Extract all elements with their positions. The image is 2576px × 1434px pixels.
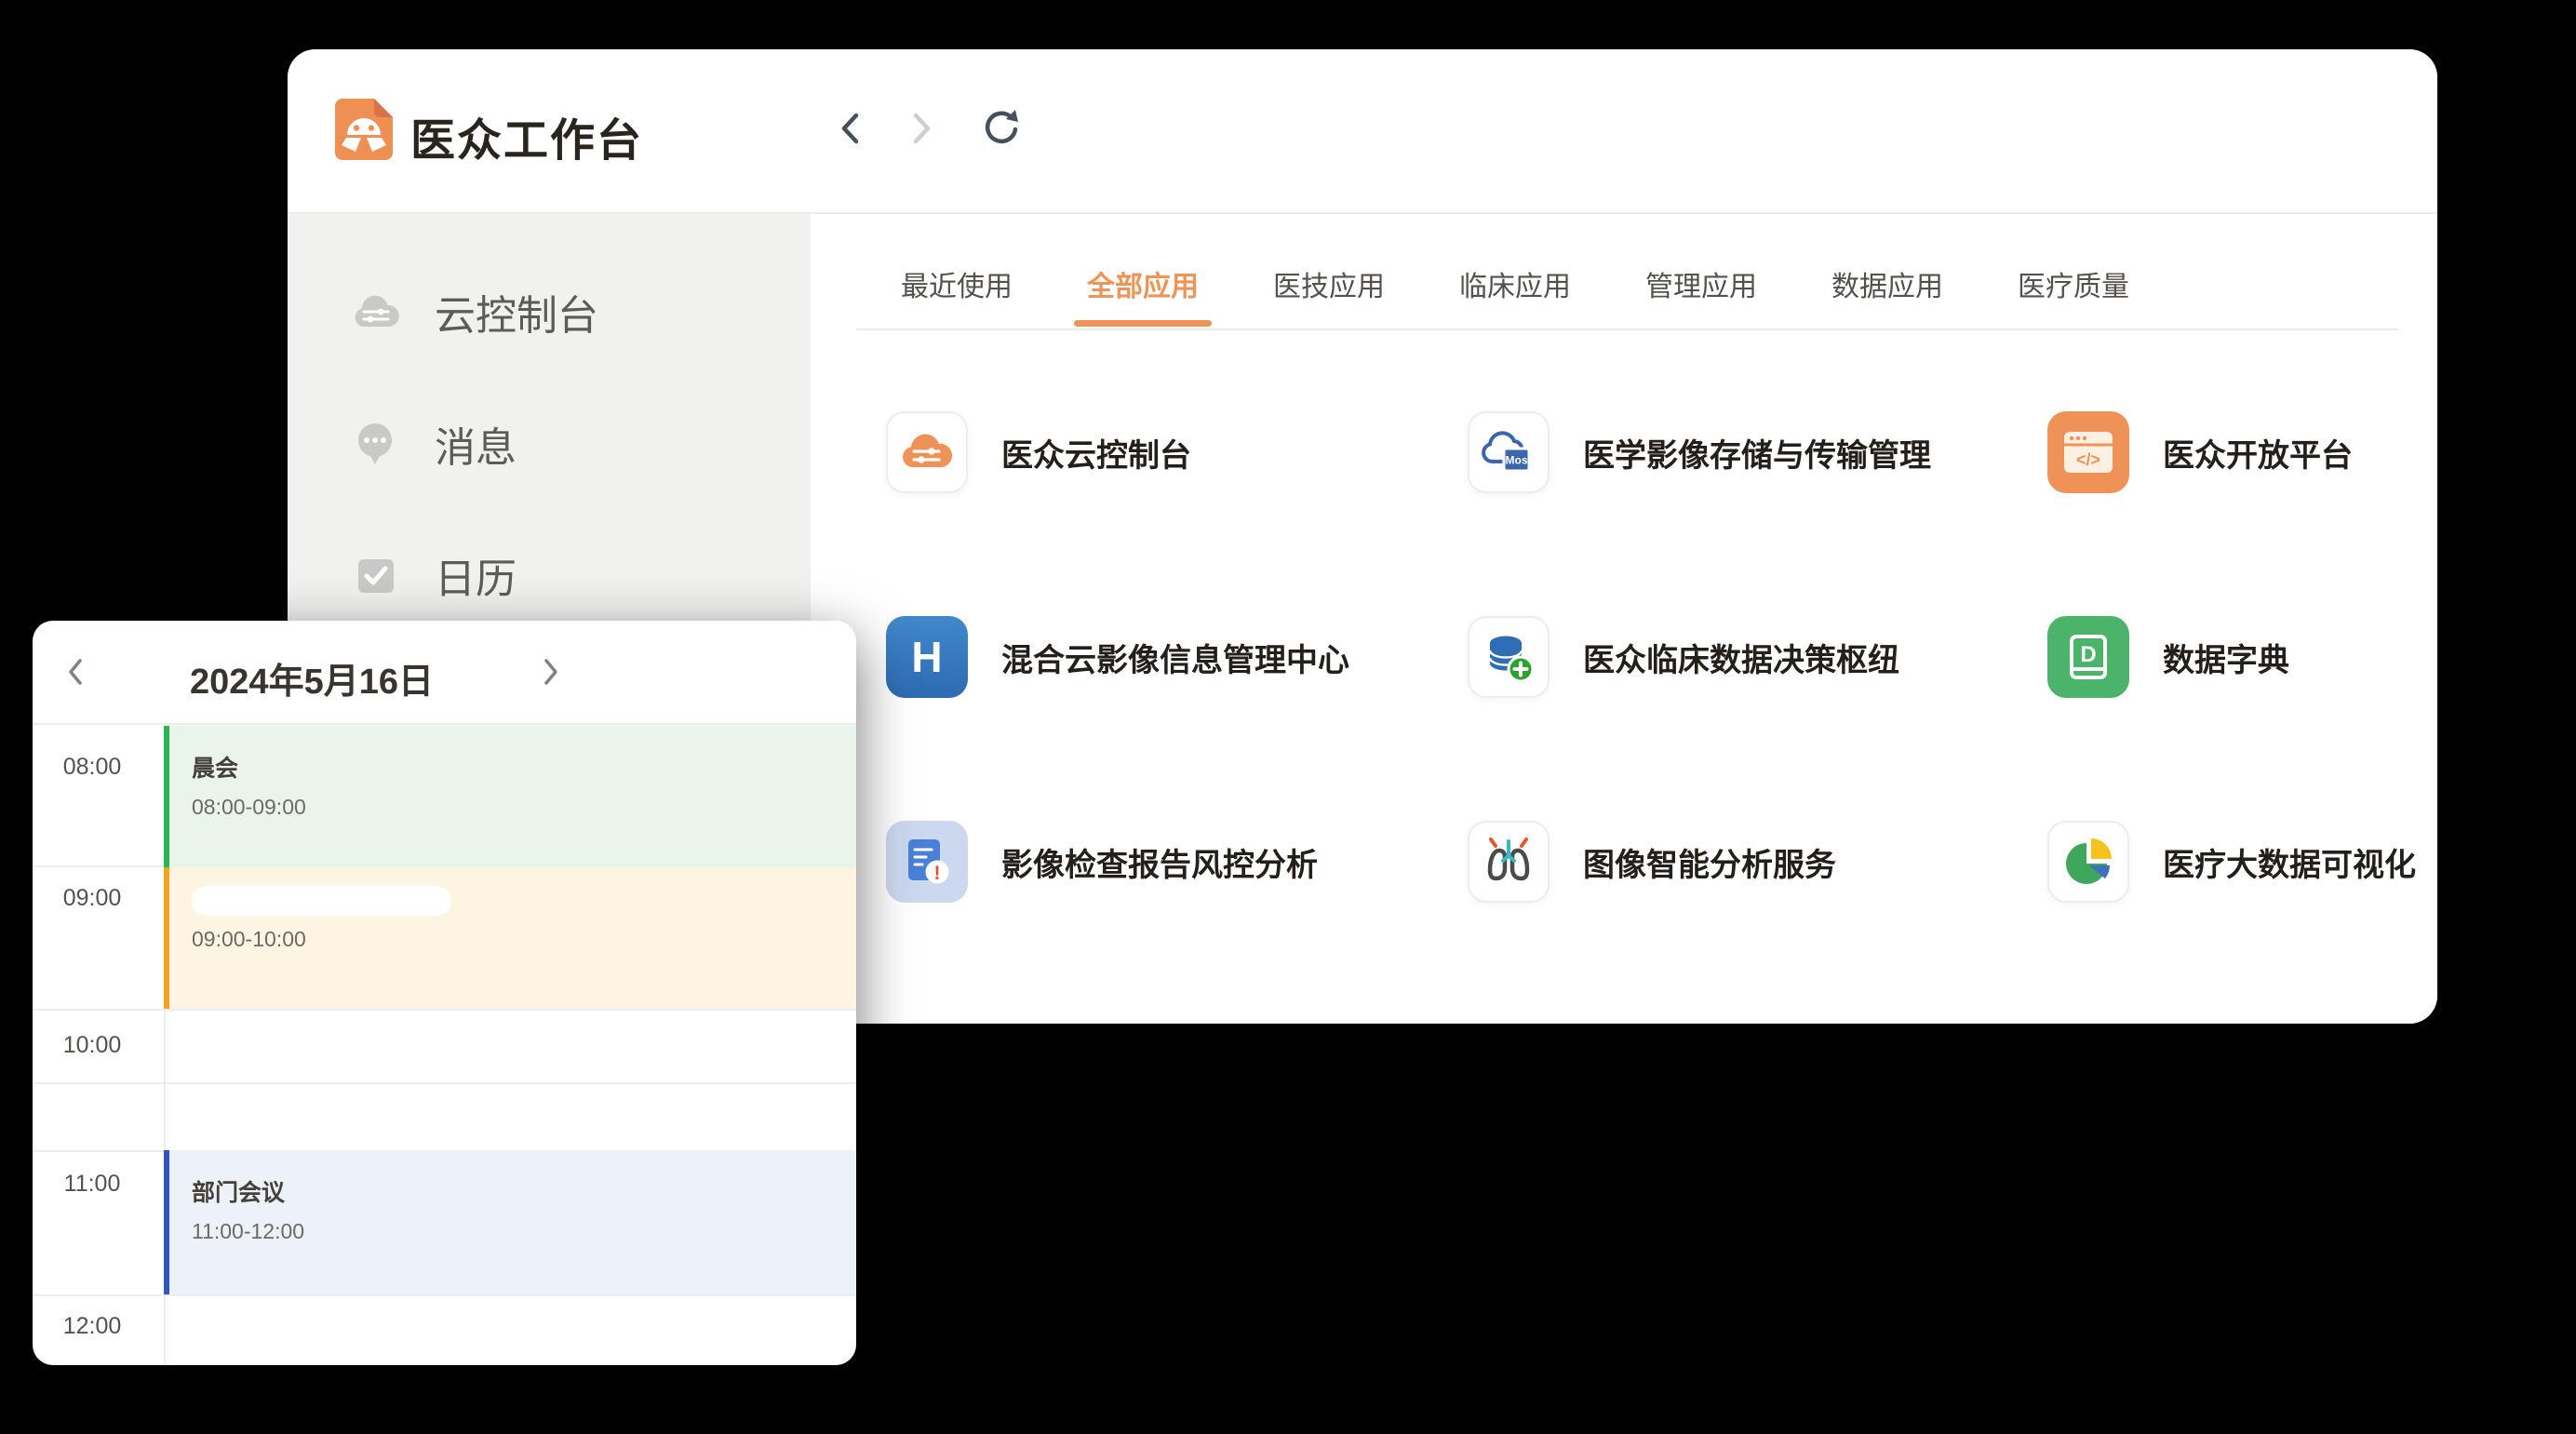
chevron-right-icon: [542, 656, 560, 688]
calendar-header: 2024年5月16日: [33, 621, 856, 725]
refresh-icon: [981, 107, 1024, 150]
report-alert-icon: !: [886, 821, 968, 903]
pie-chart-icon: [2047, 821, 2129, 903]
app-label: 医疗大数据可视化: [2163, 839, 2416, 885]
calendar-event-morning-meeting[interactable]: 晨会 08:00-09:00: [164, 726, 856, 867]
hour-gridline: [33, 1294, 856, 1296]
desktop-background: 医众工作台: [0, 0, 2576, 1434]
calendar-event-department-meeting[interactable]: 部门会议 11:00-12:00: [164, 1150, 856, 1294]
tab-management-apps[interactable]: 管理应用: [1645, 263, 1757, 304]
tab-bar: 最近使用 全部应用 医技应用 临床应用 管理应用 数据应用 医疗质量: [856, 214, 2398, 330]
code-glyph: </>: [2076, 450, 2100, 469]
sidebar-item-label: 日历: [435, 545, 517, 605]
message-icon: [352, 420, 400, 468]
nav-refresh-button[interactable]: [976, 102, 1028, 154]
sidebar-item-label: 云控制台: [435, 282, 598, 342]
app-open-platform[interactable]: </> 医众开放平台: [2047, 411, 2437, 493]
orange-cloud-sliders-icon: [886, 411, 968, 493]
app-label: 混合云影像信息管理中心: [1001, 635, 1349, 680]
app-label: 影像检查报告风控分析: [1001, 839, 1318, 885]
app-grid: 医众云控制台 Mos 医学影像存储与传输管理: [886, 411, 2437, 903]
app-clinical-data-hub[interactable]: 医众临床数据决策枢纽: [1468, 616, 2047, 698]
hour-label: 09:00: [33, 885, 152, 912]
app-image-ai-analysis[interactable]: 图像智能分析服务: [1468, 821, 2047, 903]
app-report-risk-analysis[interactable]: ! 影像检查报告风控分析: [886, 821, 1468, 903]
calendar-day-view: 2024年5月16日 晨会 08:00-09:00 09:00-10:: [33, 621, 856, 1365]
app-big-data-visualization[interactable]: 医疗大数据可视化: [2047, 821, 2437, 903]
hour-label: 12:00: [33, 1313, 152, 1340]
calendar-icon: [352, 551, 400, 599]
page-title: 医众工作台: [410, 103, 643, 168]
app-label: 医众开放平台: [2163, 430, 2353, 476]
chevron-right-icon: [910, 110, 934, 147]
nav-forward-button[interactable]: [896, 102, 948, 154]
half-hour-gridline: [33, 1082, 856, 1084]
cloud-settings-icon: [352, 288, 400, 336]
event-title: 部门会议: [192, 1174, 856, 1208]
hour-label: 11:00: [33, 1171, 152, 1198]
tile-letter: D: [2080, 642, 2096, 667]
app-label: 数据字典: [2163, 635, 2289, 680]
app-image-storage-transfer[interactable]: Mos 医学影像存储与传输管理: [1468, 411, 2047, 493]
calendar-body: 晨会 08:00-09:00 09:00-10:00 部门会议 11:00-12…: [33, 723, 856, 1365]
chevron-left-icon: [66, 656, 85, 688]
database-plus-icon: [1468, 616, 1550, 698]
code-window-icon: </>: [2047, 411, 2129, 493]
letter-h-tile-icon: H: [886, 616, 968, 698]
tab-recently-used[interactable]: 最近使用: [901, 263, 1013, 304]
tab-medical-quality[interactable]: 医疗质量: [2018, 263, 2129, 304]
sidebar-item-label: 消息: [435, 414, 517, 474]
calendar-prev-day-button[interactable]: [57, 653, 94, 690]
event-time: 08:00-09:00: [192, 795, 856, 820]
app-label: 医众临床数据决策枢纽: [1583, 635, 1899, 680]
event-title-redacted-pill: [192, 886, 451, 916]
tab-data-apps[interactable]: 数据应用: [1831, 263, 1943, 304]
blue-cloud-icon: Mos: [1468, 411, 1550, 493]
app-data-dictionary[interactable]: D 数据字典: [2047, 616, 2437, 698]
sidebar-item-cloud-console[interactable]: 云控制台: [352, 284, 598, 340]
tile-letter: H: [911, 632, 942, 682]
hour-label: 08:00: [33, 754, 152, 781]
calendar-date-title: 2024年5月16日: [116, 652, 507, 704]
nav-back-button[interactable]: [824, 102, 876, 154]
mos-badge: Mos: [1506, 454, 1528, 467]
tab-clinical-apps[interactable]: 临床应用: [1459, 263, 1571, 304]
app-cloud-console[interactable]: 医众云控制台: [886, 411, 1468, 493]
tab-all-apps[interactable]: 全部应用: [1087, 263, 1199, 304]
window-header: 医众工作台: [288, 49, 2437, 214]
event-time: 11:00-12:00: [192, 1219, 856, 1244]
app-label: 医学影像存储与传输管理: [1583, 430, 1931, 476]
app-label: 图像智能分析服务: [1583, 839, 1836, 885]
calendar-next-day-button[interactable]: [532, 653, 570, 690]
event-title: 晨会: [192, 750, 856, 784]
app-hybrid-cloud-imaging-center[interactable]: H 混合云影像信息管理中心: [886, 616, 1468, 698]
sidebar-item-messages[interactable]: 消息: [352, 416, 517, 472]
lungs-icon: [1468, 821, 1550, 903]
hour-label: 10:00: [33, 1032, 152, 1059]
alert-mark: !: [934, 863, 941, 884]
hour-gridline: [33, 1009, 856, 1011]
app-label: 医众云控制台: [1001, 430, 1191, 476]
dictionary-book-icon: D: [2047, 616, 2129, 698]
calendar-event-redacted[interactable]: 09:00-10:00: [164, 867, 856, 1009]
tab-medtech-apps[interactable]: 医技应用: [1273, 263, 1385, 304]
sidebar-item-calendar[interactable]: 日历: [352, 547, 517, 603]
event-time: 09:00-10:00: [192, 927, 856, 952]
app-logo-icon: [333, 97, 395, 162]
chevron-left-icon: [838, 110, 862, 147]
main-content: 最近使用 全部应用 医技应用 临床应用 管理应用 数据应用 医疗质量: [811, 214, 2437, 1024]
